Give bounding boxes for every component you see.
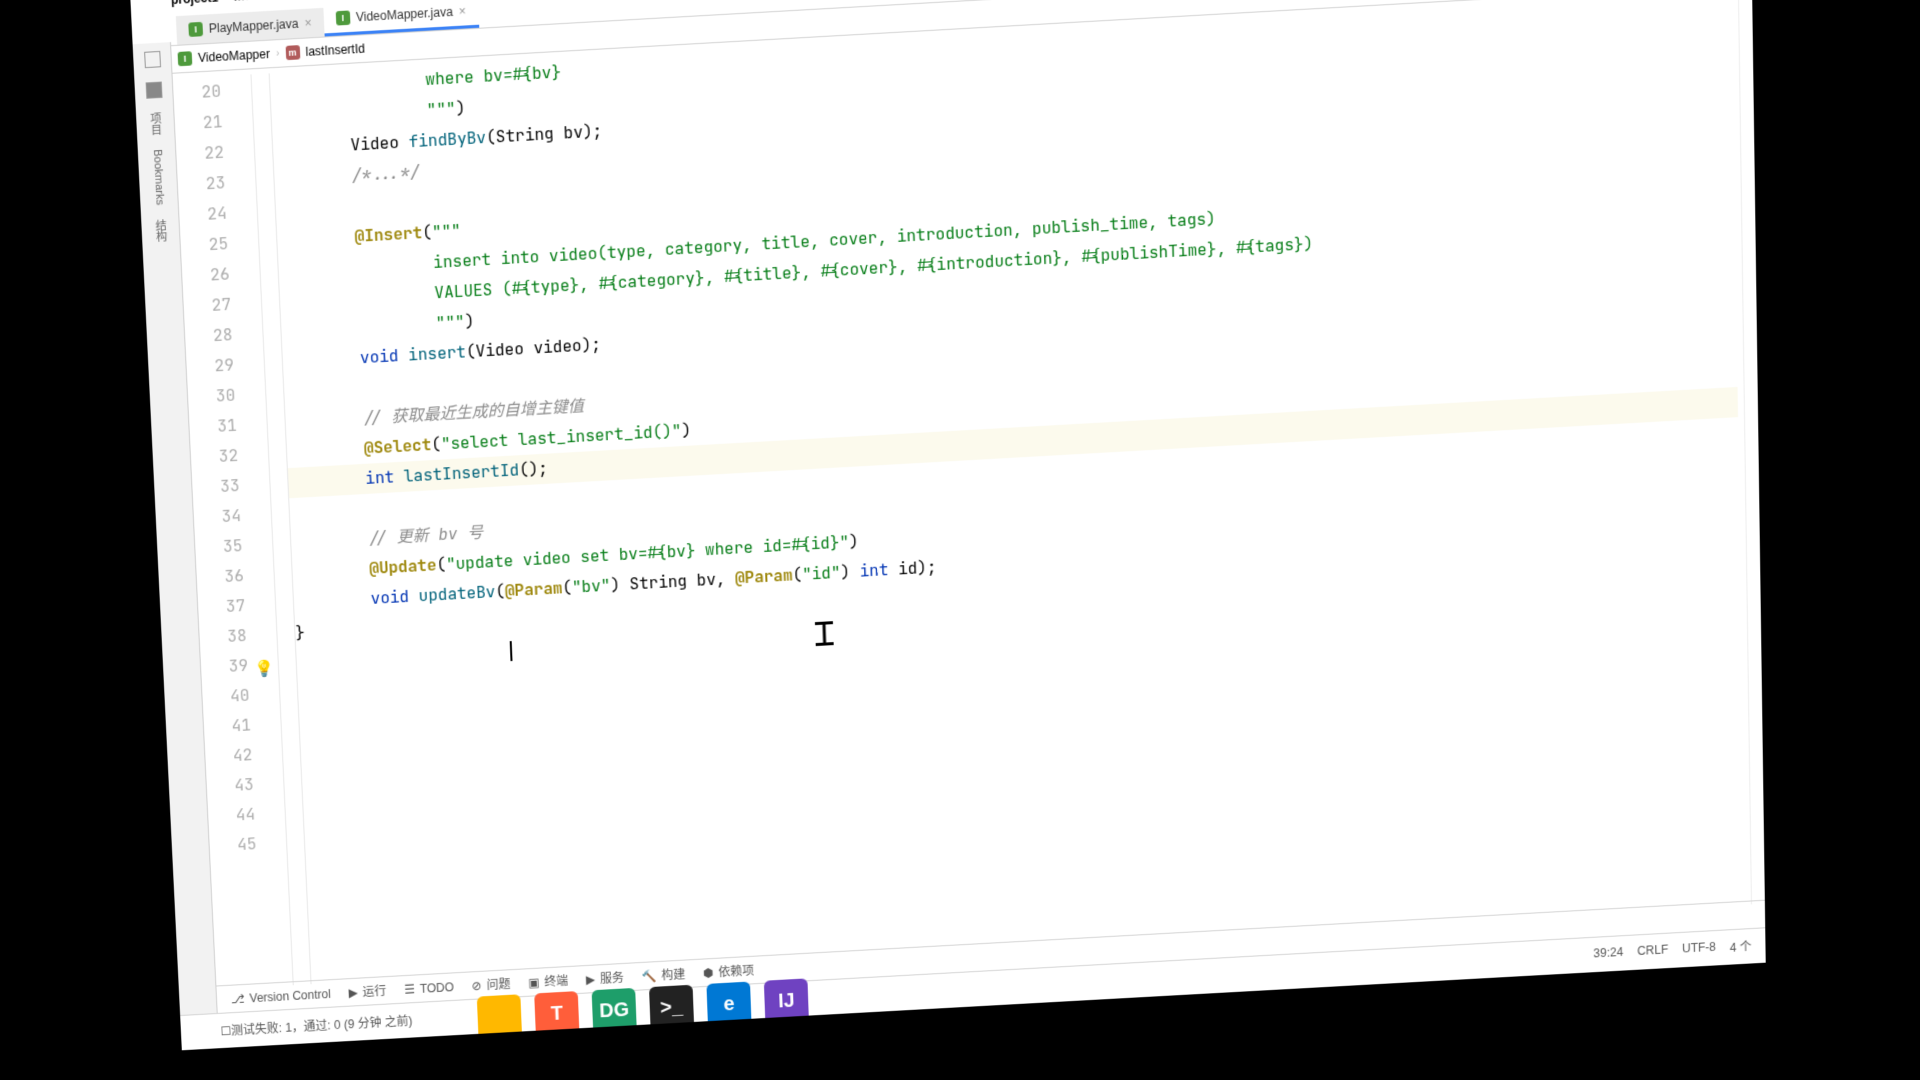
bottom-tool-item[interactable]: ⬢ 依赖项 — [703, 962, 755, 982]
text-caret — [510, 641, 513, 661]
line-number: 39 — [200, 651, 248, 683]
line-number: 42 — [205, 740, 253, 772]
breadcrumb-item[interactable]: project1 — [171, 0, 219, 7]
bottom-tool-label: 终端 — [544, 972, 568, 990]
line-number: 20 — [173, 76, 222, 109]
line-number: 21 — [174, 107, 223, 140]
bottom-tool-icon: ▣ — [528, 975, 540, 989]
project-tool-icon[interactable] — [144, 51, 161, 68]
test-status-text: 测试失败: 1，通过: 0 (9 分钟 之前) — [231, 1012, 413, 1039]
tool-window-tab[interactable]: 项目 — [147, 112, 164, 135]
breadcrumb-item[interactable]: module5 — [233, 0, 284, 4]
line-number: 38 — [199, 621, 247, 654]
nav-trail-item[interactable]: VideoMapper — [198, 47, 271, 65]
line-number: 34 — [193, 501, 241, 534]
bottom-tool-label: 运行 — [362, 982, 387, 1000]
line-number: 23 — [177, 168, 226, 201]
line-number: 25 — [180, 229, 229, 262]
method-icon: m — [285, 45, 300, 60]
line-number: 29 — [186, 350, 235, 383]
line-number: 32 — [190, 441, 238, 474]
close-tab-icon[interactable]: × — [459, 4, 467, 19]
taskbar-app-icon[interactable]: DG — [592, 988, 637, 1034]
line-number: 31 — [189, 411, 238, 444]
tool-window-tab[interactable]: Bookmarks — [150, 149, 165, 206]
code-line: } — [295, 618, 306, 648]
java-file-icon: I — [335, 10, 350, 25]
bottom-tool-item[interactable]: ⊘ 问题 — [471, 975, 510, 994]
line-number: 27 — [183, 290, 232, 323]
editor[interactable]: 2021222324252627282930313233343536373839… — [173, 0, 1765, 989]
status-left-icon: ☐ — [220, 1024, 231, 1038]
bottom-tool-label: 服务 — [600, 969, 624, 987]
line-number: 30 — [187, 380, 236, 413]
breadcrumb-separator: › — [224, 0, 228, 3]
bottom-tool-item[interactable]: 🔨 构建 — [641, 965, 685, 984]
tab-label: PlayMapper.java — [208, 16, 298, 35]
line-number: 41 — [203, 710, 251, 742]
line-number: 26 — [182, 259, 231, 292]
line-number: 45 — [209, 829, 257, 861]
bottom-tool-item[interactable]: ▣ 终端 — [528, 972, 569, 991]
bottom-tool-item[interactable]: ☰ TODO — [404, 980, 454, 996]
status-indicator[interactable]: 4 个 — [1730, 938, 1752, 956]
taskbar-app-icon[interactable] — [477, 994, 522, 1040]
nav-trail-item[interactable]: lastInsertId — [305, 41, 365, 59]
code-line — [289, 494, 367, 528]
status-indicator[interactable]: UTF-8 — [1682, 940, 1716, 959]
bottom-tool-icon: ⊘ — [471, 978, 482, 992]
bottom-tool-label: 依赖项 — [718, 962, 754, 981]
java-file-icon: I — [188, 22, 203, 37]
tab-label: VideoMapper.java — [356, 5, 454, 25]
bottom-tool-item[interactable]: ▶ 运行 — [348, 982, 387, 1001]
line-number: 40 — [202, 681, 250, 713]
code-line — [275, 191, 354, 226]
intention-bulb-icon[interactable]: 💡 — [253, 653, 274, 684]
bottom-tool-icon: ▶ — [348, 985, 358, 999]
line-number: 43 — [206, 770, 254, 802]
bottom-tool-icon: ☰ — [404, 982, 415, 996]
line-number: 44 — [208, 800, 256, 832]
bottom-tool-icon: ▶ — [586, 972, 596, 986]
close-tab-icon[interactable]: × — [304, 16, 312, 31]
taskbar-app-icon[interactable]: >_ — [649, 985, 694, 1031]
status-indicator[interactable]: 39:24 — [1593, 945, 1623, 963]
code-area[interactable]: where bv=#{bv} """) Video findByBv(Strin… — [270, 0, 1765, 984]
mouse-cursor-ibeam — [815, 621, 834, 646]
bottom-tool-icon: 🔨 — [641, 969, 656, 984]
bottom-tool-item[interactable]: ⎇ Version Control — [231, 987, 331, 1006]
right-margin — [1738, 0, 1765, 904]
taskbar-app-icon[interactable]: e — [706, 982, 751, 1028]
taskbar-app-icon[interactable]: T — [534, 991, 579, 1037]
ide-window: 构建(B)运行(U)工具(T)VCS(S)窗口(W)帮助(H) project1… — [130, 0, 1766, 1050]
line-number: 22 — [176, 137, 225, 170]
status-right: 39:24 CRLF UTF-8 4 个 — [1593, 938, 1751, 963]
line-number: 28 — [184, 320, 233, 353]
line-number: 36 — [196, 561, 244, 594]
bottom-tool-item[interactable]: ▶ 服务 — [586, 969, 625, 988]
line-number: 37 — [198, 591, 246, 624]
bottom-tool-label: Version Control — [249, 987, 331, 1005]
line-number: 24 — [179, 198, 228, 231]
bottom-tool-icon: ⬢ — [703, 965, 714, 979]
status-indicator[interactable]: CRLF — [1637, 943, 1668, 961]
tool-window-tab[interactable]: 结构 — [152, 219, 169, 242]
line-number: 33 — [192, 471, 240, 504]
bottom-tool-label: 问题 — [486, 975, 510, 993]
taskbar-app-icon[interactable]: IJ — [764, 978, 809, 1024]
file-tool-icon[interactable] — [145, 82, 162, 99]
class-icon: I — [178, 51, 193, 66]
line-number: 35 — [195, 531, 243, 564]
bottom-tool-label: 构建 — [661, 965, 685, 983]
bottom-tool-label: TODO — [419, 980, 454, 996]
code-line — [284, 373, 362, 408]
bottom-tool-icon: ⎇ — [231, 991, 245, 1005]
nav-separator: › — [276, 48, 280, 59]
